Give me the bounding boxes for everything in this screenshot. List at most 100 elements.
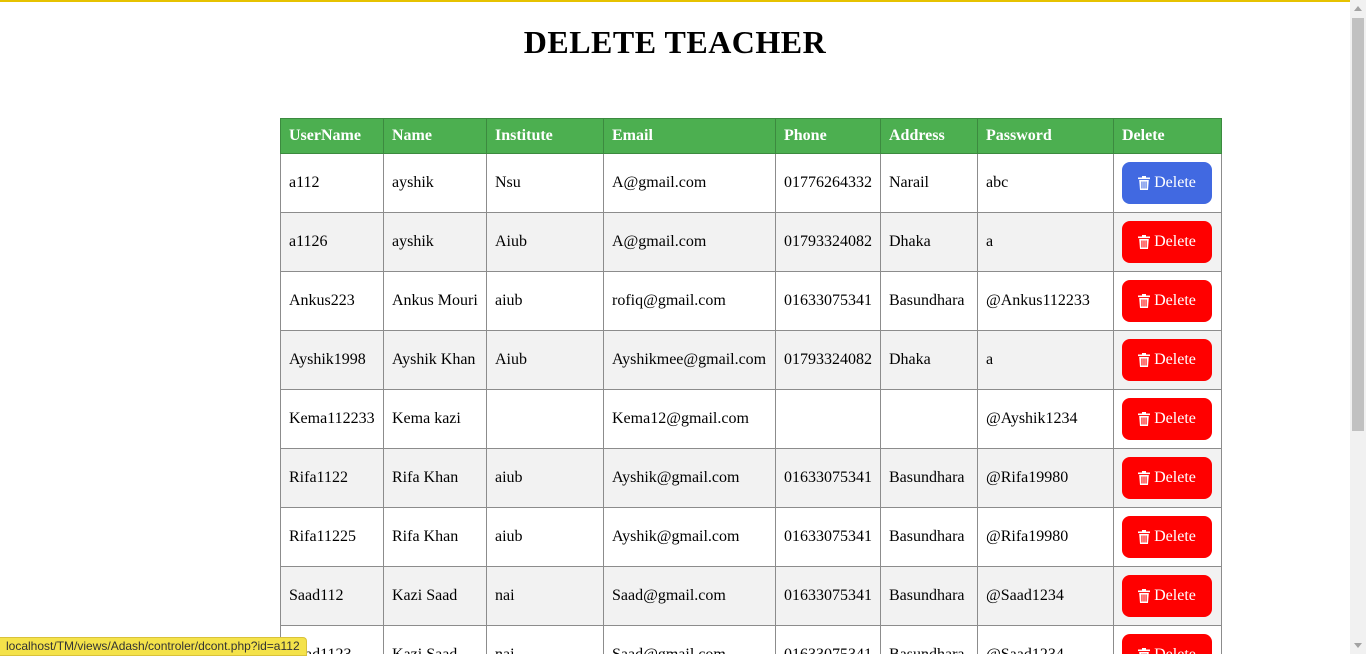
cell-username: Ayshik1998 (280, 330, 384, 390)
cell-phone: 01633075341 (775, 507, 881, 567)
cell-phone: 01633075341 (775, 271, 881, 331)
cell-username: a112 (280, 153, 384, 213)
cell-institute: aiub (486, 507, 604, 567)
cell-email: A@gmail.com (603, 153, 776, 213)
table-header-row: UserName Name Institute Email Phone Addr… (280, 118, 1222, 154)
delete-button-label: Delete (1154, 410, 1196, 427)
header-name: Name (383, 118, 487, 154)
delete-button[interactable]: Delete (1122, 575, 1212, 617)
cell-password: a (977, 212, 1114, 272)
cell-phone: 01793324082 (775, 212, 881, 272)
scrollbar-thumb[interactable] (1352, 18, 1364, 431)
delete-button[interactable]: Delete (1122, 398, 1212, 440)
trash-icon (1138, 412, 1151, 426)
cell-phone (775, 389, 881, 449)
cell-institute: aiub (486, 271, 604, 331)
teachers-table: UserName Name Institute Email Phone Addr… (280, 118, 1222, 654)
cell-email: rofiq@gmail.com (603, 271, 776, 331)
page-content: DELETE TEACHER UserName Name Institute E… (0, 0, 1350, 654)
cell-name: Kazi Saad (383, 566, 487, 626)
table-row: Ankus223 Ankus Mouri aiub rofiq@gmail.com 01… (280, 271, 1222, 331)
cell-password: @Ayshik1234 (977, 389, 1114, 449)
cell-name: ayshik (383, 212, 487, 272)
cell-delete: Delete (1113, 153, 1222, 213)
delete-button-label: Delete (1154, 233, 1196, 250)
header-username: UserName (280, 118, 384, 154)
cell-address: Dhaka (880, 330, 978, 390)
cell-delete: Delete (1113, 507, 1222, 567)
table-row: Rifa1122 Rifa Khan aiub Ayshik@gmail.com 016… (280, 448, 1222, 508)
trash-icon (1138, 530, 1151, 544)
cell-username: Ankus223 (280, 271, 384, 331)
trash-icon (1138, 353, 1151, 367)
cell-address: Basundhara (880, 507, 978, 567)
cell-address: Basundhara (880, 448, 978, 508)
delete-button-label: Delete (1154, 646, 1196, 654)
cell-institute: aiub (486, 448, 604, 508)
cell-password: @Rifa19980 (977, 448, 1114, 508)
cell-delete: Delete (1113, 566, 1222, 626)
table-row: Ayshik1998 Ayshik Khan Aiub Ayshikmee@gmail… (280, 330, 1222, 390)
cell-institute: Nsu (486, 153, 604, 213)
delete-button-label: Delete (1154, 528, 1196, 545)
table-body: a112 ayshik Nsu A@gmail.com 01776264332 Narai… (280, 153, 1222, 654)
trash-icon (1138, 589, 1151, 603)
delete-button[interactable]: Delete (1122, 457, 1212, 499)
header-email: Email (603, 118, 776, 154)
vertical-scrollbar[interactable] (1350, 0, 1366, 654)
cell-delete: Delete (1113, 330, 1222, 390)
header-delete: Delete (1113, 118, 1222, 154)
header-institute: Institute (486, 118, 604, 154)
table-row: Kema112233 Kema kazi Kema12@gmail.com @Aysh… (280, 389, 1222, 449)
cell-institute: nai (486, 625, 604, 654)
cell-name: Rifa Khan (383, 507, 487, 567)
cell-delete: Delete (1113, 625, 1222, 654)
header-address: Address (880, 118, 978, 154)
cell-institute: Aiub (486, 330, 604, 390)
table-row: Saad112 Kazi Saad nai Saad@gmail.com 0163307… (280, 566, 1222, 626)
cell-address: Narail (880, 153, 978, 213)
delete-button[interactable]: Delete (1122, 280, 1212, 322)
trash-icon (1138, 471, 1151, 485)
cell-address: Basundhara (880, 271, 978, 331)
cell-delete: Delete (1113, 389, 1222, 449)
cell-email: Saad@gmail.com (603, 566, 776, 626)
cell-phone: 01776264332 (775, 153, 881, 213)
cell-password: a (977, 330, 1114, 390)
cell-username: a1126 (280, 212, 384, 272)
cell-delete: Delete (1113, 212, 1222, 272)
table-row: a1126 ayshik Aiub A@gmail.com 01793324082 Dha… (280, 212, 1222, 272)
cell-phone: 01793324082 (775, 330, 881, 390)
cell-institute: nai (486, 566, 604, 626)
cell-username: Saad112 (280, 566, 384, 626)
scroll-down-arrow-icon[interactable] (1350, 637, 1366, 654)
delete-button-label: Delete (1154, 469, 1196, 486)
cell-username: Kema112233 (280, 389, 384, 449)
table-row: a112 ayshik Nsu A@gmail.com 01776264332 Narai… (280, 153, 1222, 213)
cell-email: Kema12@gmail.com (603, 389, 776, 449)
delete-button[interactable]: Delete (1122, 339, 1212, 381)
delete-button-label: Delete (1154, 587, 1196, 604)
trash-icon (1138, 648, 1151, 654)
cell-name: Kema kazi (383, 389, 487, 449)
trash-icon (1138, 294, 1151, 308)
trash-icon (1138, 235, 1151, 249)
cell-password: abc (977, 153, 1114, 213)
scroll-up-arrow-icon[interactable] (1350, 0, 1366, 17)
cell-username: Rifa11225 (280, 507, 384, 567)
cell-address: Basundhara (880, 566, 978, 626)
cell-address (880, 389, 978, 449)
cell-institute: Aiub (486, 212, 604, 272)
cell-password: @Saad1234 (977, 566, 1114, 626)
delete-button[interactable]: Delete (1122, 221, 1212, 263)
delete-button[interactable]: Delete (1122, 162, 1212, 204)
delete-button[interactable]: Delete (1122, 516, 1212, 558)
table-row: Rifa11225 Rifa Khan aiub Ayshik@gmail.com 01… (280, 507, 1222, 567)
cell-phone: 01633075341 (775, 566, 881, 626)
delete-button-label: Delete (1154, 174, 1196, 191)
page-title: DELETE TEACHER (523, 24, 827, 60)
cell-password: @Ankus112233 (977, 271, 1114, 331)
delete-button[interactable]: Delete (1122, 634, 1212, 654)
cell-name: Ankus Mouri (383, 271, 487, 331)
cell-name: ayshik (383, 153, 487, 213)
